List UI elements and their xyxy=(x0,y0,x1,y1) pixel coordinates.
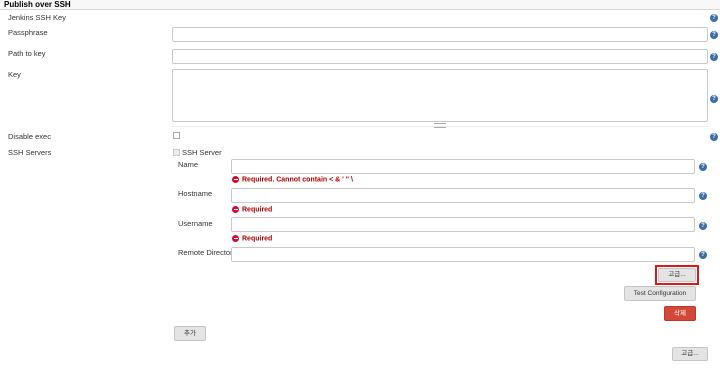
help-icon[interactable]: ? xyxy=(710,31,718,39)
disable-exec-label: Disable exec xyxy=(8,132,51,141)
ssh-servers-label: SSH Servers xyxy=(8,148,52,157)
help-icon[interactable]: ? xyxy=(710,14,718,22)
test-configuration-button[interactable]: Test Configuration xyxy=(624,286,696,301)
hostname-label: Hostname xyxy=(178,189,213,198)
hostname-error-message: Required xyxy=(232,206,272,213)
help-icon[interactable]: ? xyxy=(710,133,718,141)
help-icon[interactable]: ? xyxy=(699,251,707,259)
jenkins-ssh-key-label: Jenkins SSH Key xyxy=(8,13,66,22)
server-name-label: Name xyxy=(178,160,199,169)
help-icon[interactable]: ? xyxy=(699,222,707,230)
section-title: Publish over SSH xyxy=(4,0,71,9)
passphrase-label: Passphrase xyxy=(8,28,48,37)
error-icon xyxy=(232,176,239,183)
username-error-message: Required xyxy=(232,235,272,242)
path-to-key-label: Path to key xyxy=(8,49,46,58)
ssh-server-drag-handle[interactable] xyxy=(173,149,180,156)
disable-exec-checkbox[interactable] xyxy=(173,132,180,139)
key-textarea[interactable] xyxy=(172,69,708,122)
ssh-server-header: SSH Server xyxy=(182,148,222,157)
help-icon[interactable]: ? xyxy=(710,53,718,61)
server-advanced-button[interactable]: 고급... xyxy=(658,268,696,282)
hostname-input[interactable] xyxy=(231,188,695,203)
remote-directory-label: Remote Directory xyxy=(178,248,237,257)
advanced-button[interactable]: 고급... xyxy=(672,347,708,361)
username-input[interactable] xyxy=(231,217,695,232)
username-label: Username xyxy=(178,219,213,228)
section-divider xyxy=(0,9,720,10)
remote-directory-input[interactable] xyxy=(231,247,695,262)
help-icon[interactable]: ? xyxy=(699,163,707,171)
server-name-input[interactable] xyxy=(231,159,695,174)
error-icon xyxy=(232,235,239,242)
divider xyxy=(172,126,708,127)
path-to-key-input[interactable] xyxy=(172,49,708,64)
error-icon xyxy=(232,206,239,213)
name-error-message: Required. Cannot contain < & ' " \ xyxy=(232,176,353,183)
add-server-button[interactable]: 추가 xyxy=(174,326,206,341)
delete-server-button[interactable]: 삭제 xyxy=(664,306,696,321)
help-icon[interactable]: ? xyxy=(710,95,718,103)
help-icon[interactable]: ? xyxy=(699,192,707,200)
key-label: Key xyxy=(8,70,21,79)
passphrase-input[interactable] xyxy=(172,27,708,42)
